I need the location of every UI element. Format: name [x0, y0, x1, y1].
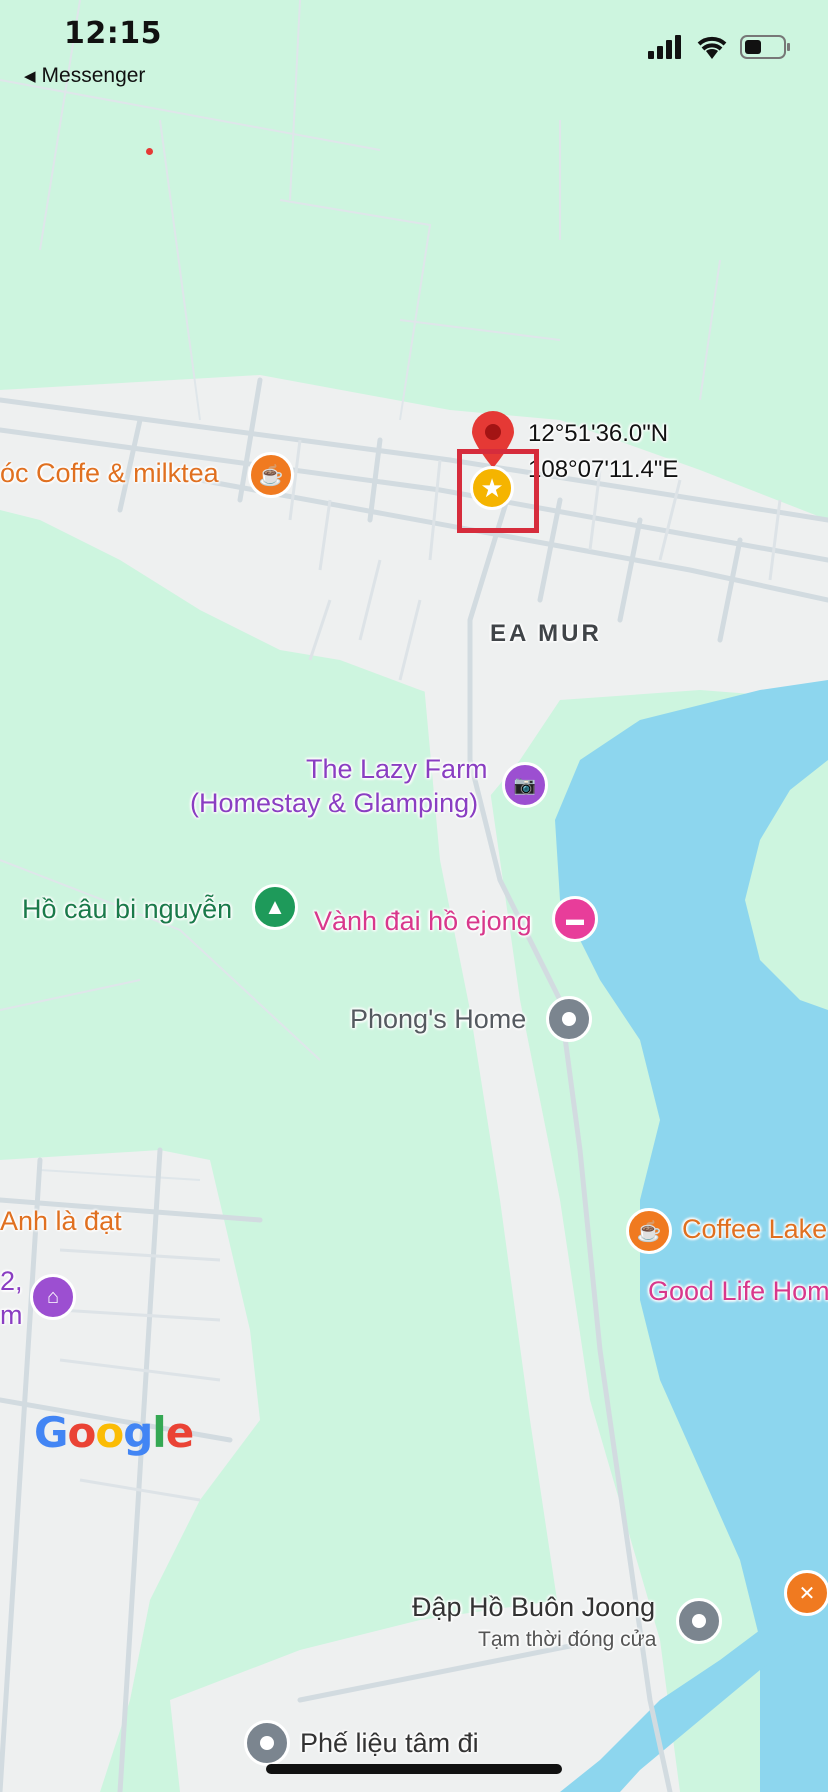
- place-icon[interactable]: [546, 996, 592, 1042]
- wifi-icon: [697, 36, 727, 59]
- restaurant-icon[interactable]: ✕: [784, 1570, 828, 1616]
- bed-icon[interactable]: ▬: [552, 896, 598, 942]
- back-app-label: Messenger: [41, 64, 146, 87]
- back-to-messenger[interactable]: ◀ Messenger: [24, 64, 145, 88]
- status-icons: [648, 34, 792, 60]
- back-arrow-icon: ◀: [24, 68, 36, 85]
- place-label-lazy-farm-line2[interactable]: (Homestay & Glamping): [190, 788, 478, 819]
- landmark-icon[interactable]: ⌂: [30, 1274, 76, 1320]
- place-label-partial-line1[interactable]: 2,: [0, 1266, 23, 1297]
- status-time: 12:15: [64, 16, 162, 51]
- highlight-box: [457, 449, 539, 533]
- tree-icon[interactable]: ▲: [252, 884, 298, 930]
- place-label-vanh-dai[interactable]: Vành đai hồ ejong: [314, 906, 532, 937]
- google-logo: Google: [34, 1408, 194, 1457]
- coffee-icon[interactable]: ☕: [626, 1208, 672, 1254]
- home-indicator[interactable]: [266, 1764, 562, 1774]
- place-label-dap-ho[interactable]: Đập Hồ Buôn Joong: [412, 1592, 655, 1623]
- cellular-signal-icon: [648, 35, 681, 59]
- place-label-lazy-farm[interactable]: The Lazy Farm: [306, 754, 488, 785]
- place-label-phe-lieu[interactable]: Phế liệu tâm đi: [300, 1728, 479, 1759]
- camera-icon[interactable]: 📷: [502, 762, 548, 808]
- pin-longitude: 108°07'11.4"E: [528, 456, 679, 483]
- battery-icon: [740, 35, 790, 59]
- place-label-partial-line2[interactable]: m: [0, 1300, 23, 1331]
- place-icon[interactable]: [244, 1720, 290, 1766]
- coffee-icon[interactable]: ☕: [248, 452, 294, 498]
- place-label-ho-cau[interactable]: Hồ câu bi nguyễn: [22, 894, 232, 925]
- place-label-good-life[interactable]: Good Life Hom: [648, 1276, 828, 1307]
- place-status-closed: Tạm thời đóng cửa: [478, 1628, 657, 1651]
- pin-latitude: 12°51'36.0"N: [528, 420, 669, 447]
- place-icon[interactable]: [676, 1598, 722, 1644]
- place-label-coffe-milktea[interactable]: óc Coffe & milktea: [0, 458, 219, 489]
- place-label-coffee-lake[interactable]: Coffee Lake: [682, 1214, 827, 1245]
- place-label-anh-la-dat[interactable]: Anh là đạt: [0, 1206, 122, 1237]
- user-dot-marker: [146, 148, 153, 155]
- area-label-ea-mur: EA MUR: [490, 620, 602, 647]
- place-label-phongs-home[interactable]: Phong's Home: [350, 1004, 526, 1035]
